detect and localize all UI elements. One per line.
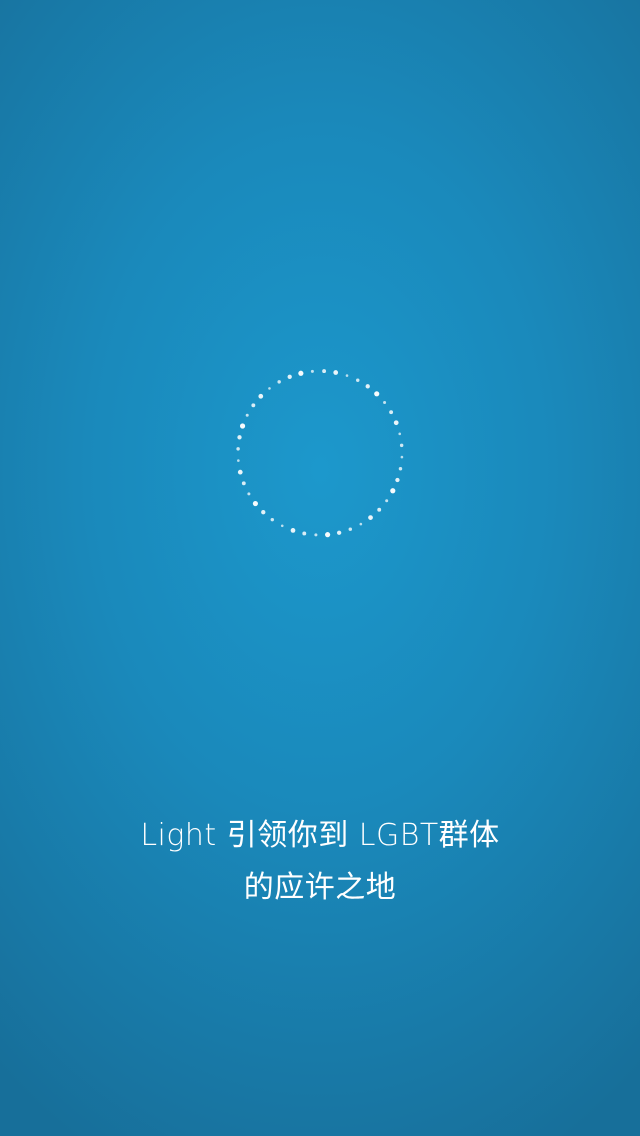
loading-ring-dot (333, 370, 339, 375)
loading-ring-dot (393, 420, 399, 426)
loading-ring-dot (237, 469, 243, 475)
loading-ring-dot (325, 532, 331, 538)
loading-ring-dot (237, 435, 242, 440)
loading-ring-dot (377, 507, 382, 512)
loading-ring-dot (237, 459, 240, 462)
loading-ring-dot (268, 387, 271, 390)
loading-ring-dot (251, 403, 256, 408)
loading-ring-dot (314, 533, 318, 537)
loading-ring-dot (258, 393, 264, 399)
loading-ring-dot (236, 447, 240, 451)
loading-ring-dot (359, 522, 363, 526)
tagline-line-2: 的应许之地 (243, 870, 397, 905)
loading-ring-dot (365, 384, 370, 389)
loading-ring-dot (245, 413, 249, 417)
loading-ring-dot (239, 423, 246, 429)
loading-ring-dot (399, 443, 404, 448)
loading-ring-dot (298, 370, 304, 376)
loading-ring-dot (252, 500, 259, 507)
loading-ring-dot (287, 374, 292, 379)
loading-ring-dot (400, 455, 404, 459)
loading-ring-dot (247, 492, 251, 496)
loading-ring-dot (356, 378, 360, 382)
loading-ring-dot (398, 432, 402, 436)
loading-ring-dot (385, 499, 389, 503)
tagline-line-1: Light 引领你到 LGBT群体 (140, 818, 500, 853)
loading-ring-dot (374, 391, 380, 397)
tagline: Light 引领你到 LGBT群体 的应许之地 (0, 810, 640, 914)
loading-ring-dot (345, 374, 349, 377)
splash-screen: Light 引领你到 LGBT群体 的应许之地 (0, 0, 640, 1136)
loading-ring-dot (280, 524, 284, 528)
loading-ring-dot (261, 510, 266, 515)
loading-ring-dot (277, 380, 281, 384)
loading-ring-dot (395, 477, 400, 483)
loading-ring-dot (241, 481, 246, 486)
loading-ring-dot (322, 369, 327, 374)
loading-ring-dot (398, 466, 403, 471)
loading-ring-dot (390, 488, 396, 494)
loading-ring-dot (336, 530, 342, 535)
loading-ring-icon (236, 369, 404, 538)
loading-ring-dot (389, 410, 394, 415)
loading-ring-dot (290, 528, 296, 533)
loading-ring-dot (270, 517, 275, 522)
loading-ring-dot (302, 531, 307, 536)
loading-ring-dot (383, 400, 387, 404)
loading-ring-dot (348, 527, 353, 531)
loading-ring-dot (310, 369, 314, 373)
loading-ring-dot (368, 515, 373, 520)
